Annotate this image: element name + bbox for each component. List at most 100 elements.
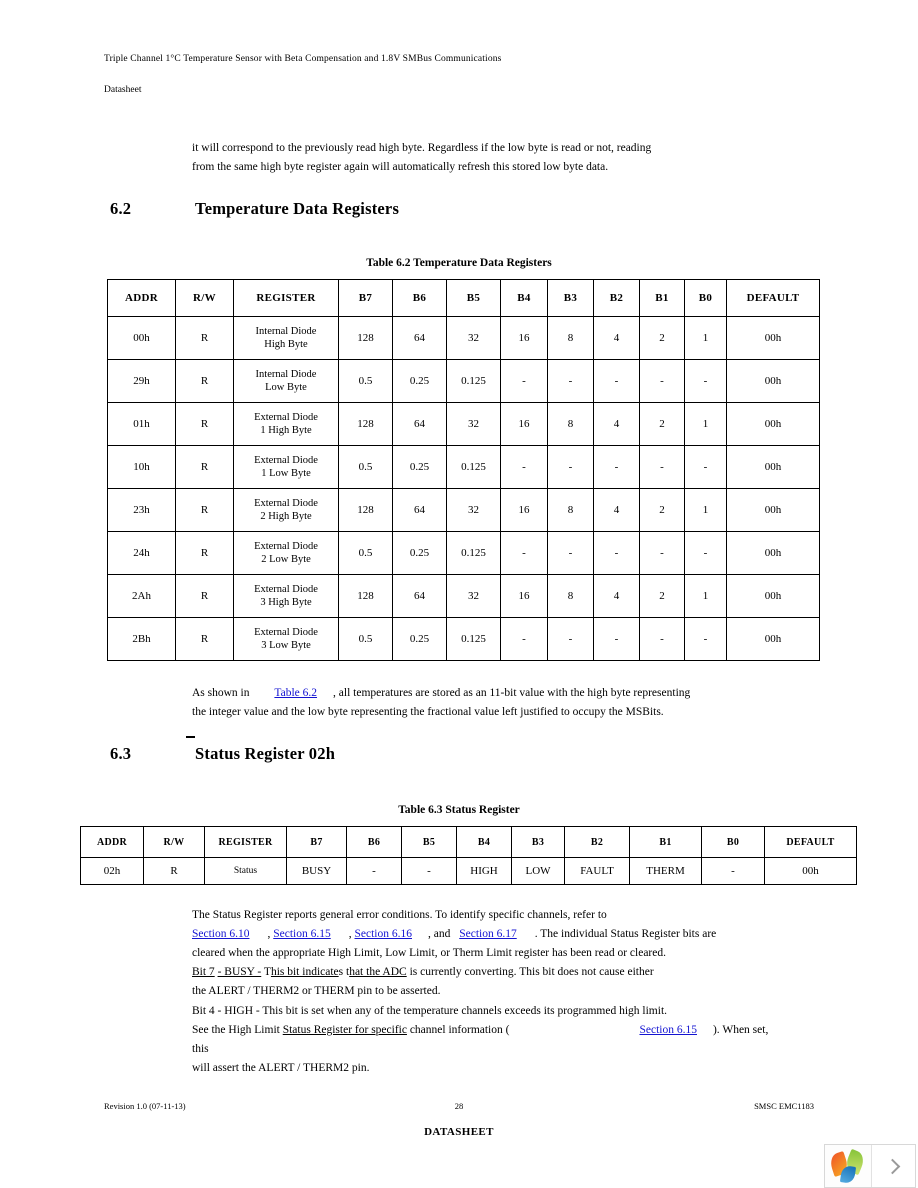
cell-b7: 0.5 bbox=[338, 445, 393, 489]
cell-default: 00h bbox=[726, 445, 820, 489]
table-row: 2Bh R External Diode 3 Low Byte 0.5 0.25… bbox=[107, 617, 820, 661]
register-name-line-2: Low Byte bbox=[265, 382, 307, 393]
intro-line-2: from the same high byte register again w… bbox=[192, 161, 609, 173]
cell-b4: - bbox=[500, 445, 548, 489]
col-b2: B2 bbox=[593, 279, 640, 317]
cell-register: External Diode 3 High Byte bbox=[233, 574, 339, 618]
bit7-line-2: the ALERT / THERM2 or THERM pin to be as… bbox=[192, 985, 441, 997]
link-section-6-16[interactable]: Section 6.16 bbox=[355, 928, 413, 940]
cell-b5: 0.125 bbox=[446, 617, 501, 661]
cell-default: 00h bbox=[764, 857, 857, 885]
cell-addr: 24h bbox=[107, 531, 176, 575]
cell-addr: 2Ah bbox=[107, 574, 176, 618]
bit7-underlined-3: hat the ADC bbox=[349, 966, 407, 978]
cell-b4: 16 bbox=[500, 574, 548, 618]
register-name-line-2: 3 High Byte bbox=[260, 597, 312, 608]
pinwheel-logo-icon bbox=[825, 1145, 872, 1187]
cell-default: 00h bbox=[726, 488, 820, 532]
cell-b5: 0.125 bbox=[446, 359, 501, 403]
bit7-underlined-1: - BUSY - bbox=[217, 966, 262, 978]
link-section-6-17[interactable]: Section 6.17 bbox=[459, 928, 517, 940]
cell-addr: 10h bbox=[107, 445, 176, 489]
bit7-part-2: T bbox=[263, 966, 271, 978]
bit7-part-4: is currently converting. This bit does n… bbox=[409, 966, 654, 978]
bit7-busy-description: Bit 7 - BUSY - This bit indicates that t… bbox=[192, 963, 752, 1001]
bit4-underlined: Status Register for specific bbox=[282, 1024, 407, 1036]
cell-b3: 8 bbox=[547, 316, 594, 360]
cell-b2: 4 bbox=[593, 574, 640, 618]
col-addr: ADDR bbox=[107, 279, 176, 317]
cell-b6: 0.25 bbox=[392, 531, 447, 575]
cell-b4: 16 bbox=[500, 402, 548, 446]
sep-1: , bbox=[267, 928, 271, 940]
cell-default: 00h bbox=[726, 531, 820, 575]
cell-b6: 0.25 bbox=[392, 617, 447, 661]
cell-register: External Diode 2 Low Byte bbox=[233, 531, 339, 575]
col-b0: B0 bbox=[701, 826, 765, 858]
col-default: DEFAULT bbox=[726, 279, 820, 317]
col-b1: B1 bbox=[629, 826, 702, 858]
status-desc-line-2: Section 6.10, Section 6.15, Section 6.16… bbox=[192, 925, 752, 944]
cell-addr: 23h bbox=[107, 488, 176, 532]
section-heading-6-2: 6.2 Temperature Data Registers bbox=[110, 199, 530, 221]
link-section-6-15-bit4[interactable]: Section 6.15 bbox=[639, 1024, 697, 1036]
bit4-high-description: Bit 4 - HIGH - This bit is set when any … bbox=[192, 1002, 772, 1078]
cell-default: 00h bbox=[726, 316, 820, 360]
col-b2: B2 bbox=[564, 826, 630, 858]
col-b4: B4 bbox=[456, 826, 512, 858]
col-b5: B5 bbox=[401, 826, 457, 858]
section-6-2-number: 6.2 bbox=[110, 199, 132, 218]
col-b1: B1 bbox=[639, 279, 685, 317]
cell-b6: 64 bbox=[392, 574, 447, 618]
cell-register: Internal Diode High Byte bbox=[233, 316, 339, 360]
status-register-description: The Status Register reports general erro… bbox=[192, 906, 752, 963]
cell-b0: - bbox=[701, 857, 765, 885]
after-table-rest: , all temperatures are stored as an 11-b… bbox=[333, 687, 691, 699]
cell-b2: - bbox=[593, 359, 640, 403]
register-name-line-1: External Diode bbox=[254, 541, 318, 552]
bit7-line-1: Bit 7 - BUSY - This bit indicates that t… bbox=[192, 963, 752, 982]
section-heading-6-3: 6.3 Status Register 02h bbox=[110, 736, 530, 766]
col-register: REGISTER bbox=[204, 826, 287, 858]
cell-b4: HIGH bbox=[456, 857, 512, 885]
cell-rw: R bbox=[175, 316, 234, 360]
cell-default: 00h bbox=[726, 359, 820, 403]
cell-rw: R bbox=[143, 857, 205, 885]
cell-b2: - bbox=[593, 617, 640, 661]
link-section-6-10[interactable]: Section 6.10 bbox=[192, 928, 250, 940]
cell-rw: R bbox=[175, 402, 234, 446]
cell-addr: 01h bbox=[107, 402, 176, 446]
cell-b6: 64 bbox=[392, 488, 447, 532]
cell-b0: 1 bbox=[684, 316, 727, 360]
cell-b0: - bbox=[684, 531, 727, 575]
register-name-line-2: 3 Low Byte bbox=[261, 640, 311, 651]
bit4-line-2-b: channel information ( bbox=[409, 1024, 510, 1036]
cell-b3: - bbox=[547, 617, 594, 661]
next-page-button[interactable] bbox=[872, 1145, 915, 1187]
col-b7: B7 bbox=[286, 826, 347, 858]
cell-register: External Diode 1 Low Byte bbox=[233, 445, 339, 489]
col-b3: B3 bbox=[547, 279, 594, 317]
status-desc-line-3: cleared when the appropriate High Limit,… bbox=[192, 947, 666, 959]
link-table-6-2[interactable]: Table 6.2 bbox=[274, 687, 317, 699]
cell-rw: R bbox=[175, 445, 234, 489]
link-section-6-15[interactable]: Section 6.15 bbox=[273, 928, 331, 940]
cell-default: 00h bbox=[726, 574, 820, 618]
cell-b6: 0.25 bbox=[392, 445, 447, 489]
cell-b5: 0.125 bbox=[446, 531, 501, 575]
cell-b3: 8 bbox=[547, 488, 594, 532]
register-name-line-1: External Diode bbox=[254, 627, 318, 638]
table-header-row: ADDR R/W REGISTER B7 B6 B5 B4 B3 B2 B1 B… bbox=[107, 279, 820, 317]
register-name-line-1: External Diode bbox=[254, 455, 318, 466]
intro-paragraph: it will correspond to the previously rea… bbox=[192, 139, 712, 177]
cell-register: External Diode 1 High Byte bbox=[233, 402, 339, 446]
after-table-line-2: the integer value and the low byte repre… bbox=[192, 706, 664, 718]
cell-rw: R bbox=[175, 488, 234, 532]
register-name-line-2: High Byte bbox=[264, 339, 308, 350]
cell-b7: BUSY bbox=[286, 857, 347, 885]
bit7-part-1: Bit 7 bbox=[192, 966, 215, 978]
cell-register: External Diode 3 Low Byte bbox=[233, 617, 339, 661]
col-b3: B3 bbox=[511, 826, 565, 858]
bit4-line-2: See the High Limit Status Register for s… bbox=[192, 1021, 772, 1059]
sep-3: , and bbox=[428, 928, 451, 940]
